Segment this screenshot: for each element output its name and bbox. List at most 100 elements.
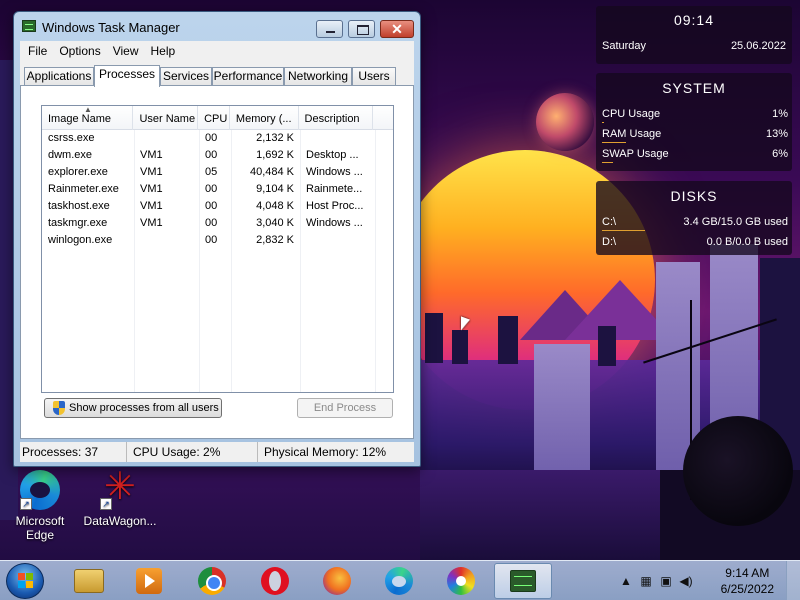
table-row[interactable]: explorer.exe VM1 05 40,484 K Windows ...: [42, 164, 393, 181]
windows-explorer-icon: [74, 569, 104, 593]
cell-description: Desktop ...: [306, 149, 359, 161]
show-desktop-button[interactable]: [786, 561, 800, 600]
task-manager-icon: [22, 20, 36, 32]
taskbar-clock[interactable]: 9:14 AM 6/25/2022: [721, 565, 774, 597]
close-button[interactable]: ✕: [380, 20, 414, 38]
column-description[interactable]: Description: [299, 106, 374, 130]
cell-image-name: taskhost.exe: [48, 200, 110, 212]
rainmeter-clock-widget: 09:14 Saturday 25.06.2022: [596, 6, 792, 64]
tab-networking[interactable]: Networking: [284, 67, 352, 86]
table-row[interactable]: Rainmeter.exe VM1 00 9,104 K Rainmete...: [42, 181, 393, 198]
row-label: CPU Usage: [602, 108, 661, 120]
taskbar-explorer[interactable]: [60, 563, 118, 599]
wallpaper-satellite-dish: [683, 416, 793, 526]
start-button[interactable]: [6, 563, 44, 599]
mouse-cursor-icon: [461, 316, 470, 334]
table-row[interactable]: winlogon.exe 00 2,832 K: [42, 232, 393, 249]
row-value: 6%: [772, 148, 788, 160]
windows-logo-icon: [18, 573, 34, 589]
usage-bar: [602, 122, 604, 123]
cell-memory: 1,692 K: [256, 149, 294, 161]
uac-shield-icon: [53, 401, 65, 415]
cell-user-name: VM1: [140, 200, 163, 212]
minimize-button[interactable]: [316, 20, 343, 38]
status-bar: Processes: 37 CPU Usage: 2% Physical Mem…: [20, 442, 414, 462]
cell-image-name: explorer.exe: [48, 166, 108, 178]
window-title: Windows Task Manager: [42, 20, 180, 35]
widget-title: DISKS: [670, 188, 718, 204]
table-row[interactable]: dwm.exe VM1 00 1,692 K Desktop ...: [42, 147, 393, 164]
row-value: 1%: [772, 108, 788, 120]
process-list[interactable]: ▲ Image Name User Name CPU Memory (... D…: [41, 105, 394, 393]
ram-usage-row: RAM Usage 13%: [602, 128, 788, 143]
row-value: 13%: [765, 128, 788, 140]
row-label: SWAP Usage: [602, 148, 669, 160]
tab-users[interactable]: Users: [352, 67, 396, 86]
show-all-processes-button[interactable]: Show processes from all users: [44, 398, 222, 418]
taskbar-opera[interactable]: [246, 563, 304, 599]
taskbar-task-manager[interactable]: [494, 563, 552, 599]
table-row[interactable]: taskmgr.exe VM1 00 3,040 K Windows ...: [42, 215, 393, 232]
cell-cpu: 00: [205, 132, 218, 144]
tab-services[interactable]: Services: [160, 67, 212, 86]
column-user-name[interactable]: User Name: [133, 106, 199, 130]
cell-cpu: 05: [205, 166, 218, 178]
column-cpu[interactable]: CPU: [198, 106, 230, 130]
title-bar[interactable]: Windows Task Manager ✕: [14, 12, 420, 40]
cell-cpu: 00: [205, 149, 218, 161]
cpu-usage-row: CPU Usage 1%: [602, 108, 788, 123]
menu-view[interactable]: View: [107, 44, 145, 58]
shortcut-arrow-icon: ↗: [20, 498, 32, 510]
task-manager-icon: [510, 570, 536, 592]
cell-cpu: 00: [205, 200, 218, 212]
taskbar-photos[interactable]: [432, 563, 490, 599]
disk-d-row: D:\ 0.0 B/0.0 B used: [602, 236, 788, 248]
taskbar-chrome[interactable]: [183, 563, 241, 599]
maximize-button[interactable]: [348, 20, 375, 38]
taskbar-media-player[interactable]: [120, 563, 178, 599]
tab-performance[interactable]: Performance: [212, 67, 284, 86]
cell-user-name: [134, 232, 199, 249]
widget-title: SYSTEM: [662, 80, 726, 96]
table-row[interactable]: taskhost.exe VM1 00 4,048 K Host Proc...: [42, 198, 393, 215]
end-process-button[interactable]: End Process: [297, 398, 393, 418]
status-cpu-usage: CPU Usage: 2%: [127, 442, 258, 462]
process-rows: csrss.exe 00 2,132 K dwm.exe VM1 00 1,692 K Des…: [42, 130, 393, 249]
taskbar-edge[interactable]: [370, 563, 428, 599]
taskbar-firefox[interactable]: [308, 563, 366, 599]
usage-bar: [602, 162, 614, 163]
cell-memory: 3,040 K: [256, 217, 294, 229]
desktop-icon-datawagon[interactable]: ↗ DataWagon...: [80, 464, 160, 528]
network-icon[interactable]: ▣: [658, 573, 674, 589]
cell-image-name: Rainmeter.exe: [48, 183, 119, 195]
media-player-icon: [136, 568, 162, 594]
show-hidden-icons-icon[interactable]: ▲: [618, 573, 634, 589]
processes-panel: ▲ Image Name User Name CPU Memory (... D…: [20, 85, 414, 439]
disk-c-row: C:\ 3.4 GB/15.0 GB used: [602, 216, 788, 231]
menu-options[interactable]: Options: [53, 44, 106, 58]
column-memory[interactable]: Memory (...: [230, 106, 299, 130]
status-physical-memory: Physical Memory: 12%: [264, 445, 387, 459]
row-label: C:\: [602, 216, 617, 228]
table-row[interactable]: csrss.exe 00 2,132 K: [42, 130, 393, 147]
column-filler: [373, 106, 393, 130]
column-image-name[interactable]: ▲ Image Name: [42, 106, 134, 130]
task-manager-window[interactable]: Windows Task Manager ✕ File Options View…: [13, 11, 421, 467]
tab-applications[interactable]: Applications: [24, 67, 94, 86]
cell-memory: 2,832 K: [256, 234, 294, 246]
swap-usage-row: SWAP Usage 6%: [602, 148, 788, 163]
opera-icon: [261, 567, 289, 595]
desktop-icon-edge[interactable]: ↗ Microsoft Edge: [0, 470, 80, 542]
cell-description: Rainmete...: [306, 183, 363, 195]
menu-file[interactable]: File: [22, 44, 53, 58]
clock-time: 9:14 AM: [725, 566, 770, 580]
tab-processes[interactable]: Processes: [94, 65, 160, 87]
volume-icon[interactable]: ◀): [678, 573, 694, 589]
row-label: D:\: [602, 236, 617, 248]
menu-help[interactable]: Help: [145, 44, 182, 58]
cell-user-name: VM1: [140, 166, 163, 178]
widget-day: Saturday: [602, 40, 647, 52]
wallpaper-building: [498, 316, 518, 364]
action-center-icon[interactable]: ▦: [638, 573, 654, 589]
wallpaper-building: [452, 330, 468, 364]
